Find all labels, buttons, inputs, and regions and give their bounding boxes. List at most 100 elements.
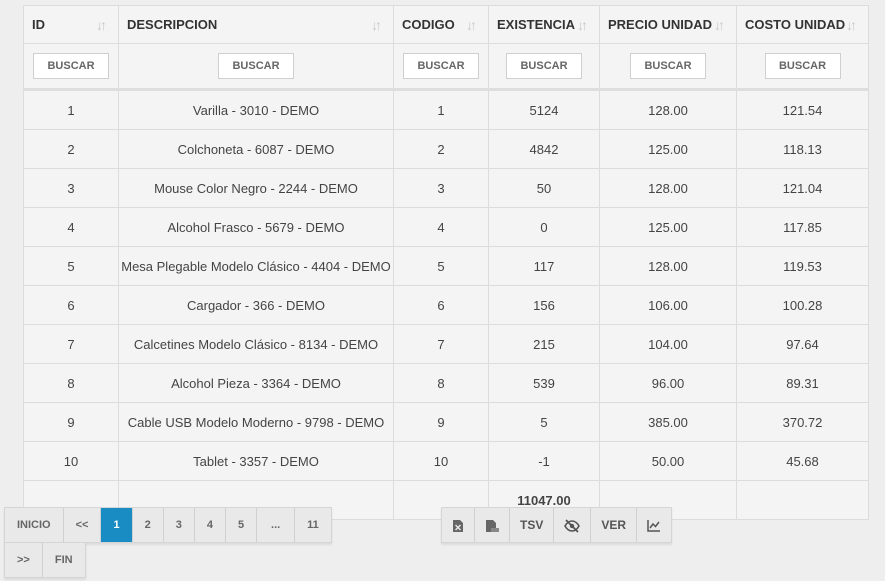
cell-precio: 104.00 [599, 324, 737, 364]
cell-existencia: 4842 [488, 129, 600, 169]
table-row[interactable]: 8 Alcohol Pieza - 3364 - DEMO 8 539 96.00 89.… [23, 363, 869, 403]
export-pdf-button[interactable] [475, 508, 510, 542]
page-prev-button[interactable]: << [63, 508, 102, 542]
page-button-4[interactable]: 4 [194, 508, 226, 542]
view-button[interactable]: VER [591, 508, 638, 542]
page-button-11[interactable]: 11 [295, 508, 331, 542]
cell-id: 9 [23, 402, 119, 442]
column-label: CODIGO [402, 17, 455, 32]
cell-codigo: 9 [393, 402, 489, 442]
page-first-button[interactable]: INICIO [5, 508, 64, 542]
cell-id: 3 [23, 168, 119, 208]
cell-costo: 89.31 [736, 363, 869, 403]
cell-codigo: 4 [393, 207, 489, 247]
filter-row [23, 43, 869, 91]
column-label: COSTO UNIDAD [745, 17, 846, 32]
page-last-button[interactable]: FIN [42, 543, 85, 577]
cell-costo: 118.13 [736, 129, 869, 169]
cell-precio: 125.00 [599, 207, 737, 247]
column-label: EXISTENCIA [497, 17, 576, 32]
page-ellipsis: ... [257, 508, 296, 542]
cell-codigo: 3 [393, 168, 489, 208]
sort-icon[interactable]: ↓↑ [714, 17, 728, 33]
pagination-row-2: >> FIN [4, 542, 86, 578]
excel-icon [453, 519, 463, 532]
column-label: DESCRIPCION [127, 17, 218, 32]
page-button-1[interactable]: 1 [101, 508, 133, 542]
search-input-codigo[interactable] [403, 53, 479, 79]
cell-existencia: 117 [488, 246, 600, 286]
cell-id: 7 [23, 324, 119, 364]
column-header-existencia[interactable]: EXISTENCIA ↓↑ [488, 5, 600, 44]
cell-descripcion: Mouse Color Negro - 2244 - DEMO [118, 168, 394, 208]
cell-codigo: 2 [393, 129, 489, 169]
column-header-precio[interactable]: PRECIO UNIDAD ↓↑ [599, 5, 737, 44]
sort-icon[interactable]: ↓↑ [846, 17, 860, 33]
cell-costo: 121.54 [736, 89, 869, 130]
table-row[interactable]: 5 Mesa Plegable Modelo Clásico - 4404 - D… [23, 246, 869, 286]
chart-button[interactable] [637, 508, 672, 542]
search-input-descripcion[interactable] [218, 53, 294, 79]
toggle-columns-button[interactable] [554, 508, 592, 542]
table-row[interactable]: 4 Alcohol Frasco - 5679 - DEMO 4 0 125.00 117… [23, 207, 869, 247]
sort-icon[interactable]: ↓↑ [577, 17, 591, 33]
filter-cell [393, 43, 489, 91]
search-input-existencia[interactable] [506, 53, 582, 79]
table-row[interactable]: 3 Mouse Color Negro - 2244 - DEMO 3 50 128.0… [23, 168, 869, 208]
column-header-codigo[interactable]: CODIGO ↓↑ [393, 5, 489, 44]
export-toolbar: TSV VER [441, 507, 673, 543]
products-table: ID ↓↑ DESCRIPCION ↓↑ CODIGO ↓↑ EXISTENCIA ↓↑… [23, 5, 869, 520]
column-header-id[interactable]: ID ↓↑ [23, 5, 119, 44]
cell-descripcion: Cargador - 366 - DEMO [118, 285, 394, 325]
filter-cell [118, 43, 394, 91]
export-excel-button[interactable] [442, 508, 475, 542]
cell-existencia: 0 [488, 207, 600, 247]
sort-icon[interactable]: ↓↑ [96, 17, 110, 33]
column-header-costo[interactable]: COSTO UNIDAD ↓↑ [736, 5, 869, 44]
page-button-5[interactable]: 5 [225, 508, 258, 542]
cell-descripcion: Colchoneta - 6087 - DEMO [118, 129, 394, 169]
cell-descripcion: Varilla - 3010 - DEMO [118, 89, 394, 130]
page-button-3[interactable]: 3 [163, 508, 195, 542]
total-cell-empty [736, 480, 869, 520]
chart-icon [647, 520, 661, 533]
export-tsv-button[interactable]: TSV [510, 508, 555, 542]
table-row[interactable]: 10 Tablet - 3357 - DEMO 10 -1 50.00 45.68 [23, 441, 869, 481]
cell-precio: 50.00 [599, 441, 737, 481]
sort-icon[interactable]: ↓↑ [466, 17, 480, 33]
cell-id: 2 [23, 129, 119, 169]
page-next-button[interactable]: >> [5, 543, 43, 577]
cell-precio: 96.00 [599, 363, 737, 403]
cell-existencia: 5124 [488, 89, 600, 130]
column-header-descripcion[interactable]: DESCRIPCION ↓↑ [118, 5, 394, 44]
table-row[interactable]: 1 Varilla - 3010 - DEMO 1 5124 128.00 121.54 [23, 89, 869, 130]
cell-existencia: 50 [488, 168, 600, 208]
page-button-2[interactable]: 2 [132, 508, 164, 542]
cell-costo: 119.53 [736, 246, 869, 286]
sort-icon[interactable]: ↓↑ [371, 17, 385, 33]
cell-existencia: 539 [488, 363, 600, 403]
search-input-precio[interactable] [630, 53, 706, 79]
table-row[interactable]: 7 Calcetines Modelo Clásico - 8134 - DEMO… [23, 324, 869, 364]
table-row[interactable]: 6 Cargador - 366 - DEMO 6 156 106.00 100.28 [23, 285, 869, 325]
cell-existencia: 156 [488, 285, 600, 325]
search-input-costo[interactable] [764, 53, 841, 79]
cell-codigo: 5 [393, 246, 489, 286]
products-table-container: ID ↓↑ DESCRIPCION ↓↑ CODIGO ↓↑ EXISTENCIA ↓↑… [23, 5, 869, 520]
cell-descripcion: Cable USB Modelo Moderno - 9798 - DEMO [118, 402, 394, 442]
cell-existencia: -1 [488, 441, 600, 481]
cell-precio: 128.00 [599, 89, 737, 130]
cell-codigo: 1 [393, 89, 489, 130]
column-label: PRECIO UNIDAD [608, 17, 713, 32]
cell-descripcion: Mesa Plegable Modelo Clásico - 4404 - DE… [118, 246, 394, 286]
cell-id: 8 [23, 363, 119, 403]
cell-id: 4 [23, 207, 119, 247]
search-input-id[interactable] [33, 53, 109, 79]
table-row[interactable]: 2 Colchoneta - 6087 - DEMO 2 4842 125.00 118.… [23, 129, 869, 169]
cell-costo: 370.72 [736, 402, 869, 442]
table-row[interactable]: 9 Cable USB Modelo Moderno - 9798 - DEMO 9… [23, 402, 869, 442]
cell-descripcion: Calcetines Modelo Clásico - 8134 - DEMO [118, 324, 394, 364]
cell-existencia: 5 [488, 402, 600, 442]
cell-precio: 385.00 [599, 402, 737, 442]
cell-precio: 128.00 [599, 168, 737, 208]
